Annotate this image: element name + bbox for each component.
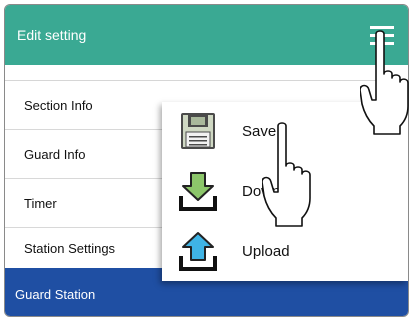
upload-arrow-icon: [178, 230, 218, 272]
footer-label: Guard Station: [15, 287, 96, 302]
page-title: Edit setting: [17, 27, 87, 43]
menu-item-upload[interactable]: Upload: [162, 226, 408, 276]
download-arrow-icon: [178, 170, 218, 212]
header-divider: [5, 65, 408, 81]
list-item-label: Station Settings: [24, 241, 116, 256]
list-item-label: Guard Info: [24, 147, 86, 162]
pointing-hand-icon: [261, 122, 320, 233]
floppy-disk-icon: [178, 110, 218, 152]
list-item-label: Timer: [24, 196, 57, 211]
app-header: Edit setting: [5, 5, 408, 65]
pointing-hand-icon: [359, 30, 418, 141]
menu-item-label: Upload: [242, 243, 290, 260]
app-window: Edit setting Section Info Guard Info Tim…: [4, 4, 409, 317]
list-item-label: Section Info: [24, 98, 93, 113]
